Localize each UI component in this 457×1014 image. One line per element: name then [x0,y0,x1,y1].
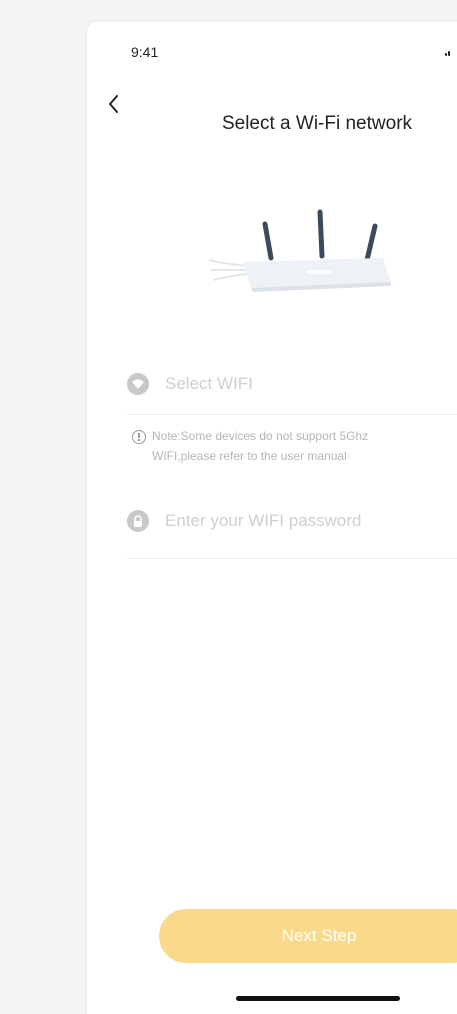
next-step-button[interactable]: Next Step [159,909,457,963]
page-title: Select a Wi-Fi network [221,113,413,134]
status-time: 9:41 [131,44,159,60]
wifi-select-field[interactable] [127,373,457,395]
divider [127,558,457,559]
info-icon [132,430,146,444]
note: Note:Some devices do not support 5Ghz WI… [132,429,457,466]
home-indicator [236,996,400,1001]
router-icon [208,209,391,292]
password-input[interactable] [165,511,445,531]
lock-icon [127,510,149,532]
note-text-line-2: WIFI,please refer to the user manual [152,449,347,463]
note-text-line-1: Note:Some devices do not support 5Ghz [152,429,369,443]
wifi-select-input[interactable] [165,374,445,394]
divider [127,414,457,415]
wifi-icon [127,373,149,395]
signal-icon [445,50,455,56]
password-field[interactable] [127,510,457,532]
note-text: Note:Some devices do not support 5Ghz WI… [152,426,368,466]
phone-screen: 9:41 Select a Wi-Fi network Select WIFI … [87,22,457,1014]
